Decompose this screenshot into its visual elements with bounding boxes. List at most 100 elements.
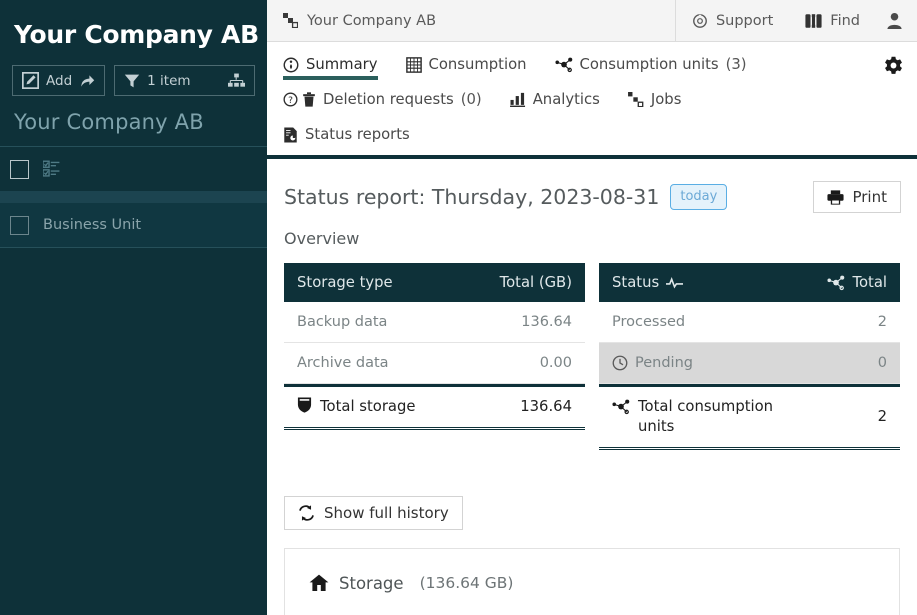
sidebar-background-fill (0, 281, 267, 615)
sidebar-list-header-row[interactable] (0, 147, 267, 191)
binoculars-icon (805, 13, 822, 29)
sidebar-divider-bottom (0, 247, 267, 248)
settings-gear-button[interactable] (884, 56, 903, 75)
status-row-value: 2 (877, 314, 887, 330)
storage-panel-size: (136.64 GB) (419, 574, 514, 593)
lifering-icon (692, 13, 708, 29)
find-button[interactable]: Find (789, 0, 876, 41)
table-row[interactable]: Archive data 0.00 (284, 343, 585, 384)
storage-row-label: Archive data (297, 355, 389, 371)
tab-summary[interactable]: Summary (283, 51, 378, 80)
clock-icon (612, 355, 628, 371)
pulse-icon (666, 276, 684, 289)
sidebar-list-item-business-unit[interactable]: Business Unit (0, 203, 267, 247)
storage-table-header: Storage type Total (GB) (284, 263, 585, 302)
support-label: Support (715, 12, 774, 29)
node-graph-icon (612, 399, 630, 415)
app-root: Your Company AB Add 1 item Your Company … (0, 0, 917, 615)
funnel-icon (124, 73, 140, 89)
print-button[interactable]: Print (813, 181, 901, 213)
status-table-header-left: Status (612, 274, 660, 291)
tab-analytics[interactable]: Analytics (509, 86, 600, 114)
node-graph-icon (554, 57, 573, 73)
storage-table: Storage type Total (GB) Backup data 136.… (284, 263, 585, 450)
report-document-icon (283, 127, 298, 143)
today-badge[interactable]: today (670, 184, 728, 210)
storage-table-header-left: Storage type (297, 274, 393, 291)
filter-button-label: 1 item (147, 72, 191, 89)
storage-panel-title: Storage (339, 573, 404, 593)
sidebar-section-title: Your Company AB (14, 110, 204, 134)
top-bar: Your Company AB Support Find (267, 0, 917, 42)
company-logo: Your Company AB (14, 20, 259, 49)
status-total-label: Total consumption units (638, 398, 774, 435)
storage-total-label: Total storage (320, 398, 416, 415)
user-icon (886, 12, 903, 29)
status-table: Status Total Processed 2 Pending 0 Total… (599, 263, 900, 450)
breadcrumb[interactable]: Your Company AB (267, 0, 676, 41)
storage-row-value: 0.00 (539, 355, 572, 371)
tab-summary-label: Summary (306, 56, 378, 73)
tab-deletion-requests-label: Deletion requests (323, 91, 454, 108)
tab-consumption-units-label: Consumption units (579, 56, 719, 73)
report-header: Status report: Thursday, 2023-08-31 toda… (267, 159, 917, 213)
status-table-header: Status Total (599, 263, 900, 302)
sidebar: Your Company AB Add 1 item Your Company … (0, 0, 267, 615)
storage-row-label: Backup data (297, 314, 388, 330)
page-title: Status report: Thursday, 2023-08-31 (284, 185, 660, 209)
user-avatar-button[interactable] (876, 0, 917, 41)
home-icon (309, 574, 329, 592)
sidebar-toolbar: Add 1 item (0, 65, 267, 96)
storage-table-header-right: Total (GB) (499, 274, 572, 291)
tab-status-reports-label: Status reports (305, 126, 410, 143)
status-table-header-right: Total (852, 274, 887, 291)
sidebar-list-item-label: Business Unit (43, 217, 142, 233)
edit-square-icon (22, 72, 39, 89)
breadcrumb-label: Your Company AB (307, 12, 437, 29)
support-button[interactable]: Support (676, 0, 789, 41)
tab-deletion-requests[interactable]: ? Deletion requests (0) (283, 86, 482, 114)
overview-heading: Overview (284, 229, 360, 248)
tab-status-reports[interactable]: Status reports (283, 121, 410, 149)
tab-bar: Summary Consumption Consumption units (3… (267, 42, 917, 159)
tab-consumption-units-count: (3) (725, 56, 747, 73)
status-row-label: Processed (612, 314, 686, 330)
add-button-label: Add (46, 72, 73, 89)
hierarchy-icon (283, 13, 298, 28)
tab-row-1: Summary Consumption Consumption units (3… (267, 51, 917, 80)
tab-row-2: ? Deletion requests (0) Analytics Jobs (267, 86, 917, 114)
show-full-history-button[interactable]: Show full history (284, 495, 463, 530)
table-row[interactable]: Pending 0 (599, 343, 900, 384)
tab-jobs[interactable]: Jobs (627, 86, 681, 114)
table-row[interactable]: Processed 2 (599, 302, 900, 343)
filter-button[interactable]: 1 item (114, 65, 255, 96)
printer-icon (827, 189, 845, 205)
status-total-value: 2 (877, 408, 887, 426)
status-row-label: Pending (635, 355, 693, 371)
share-arrow-icon (79, 73, 95, 89)
overview-tables: Storage type Total (GB) Backup data 136.… (267, 248, 917, 450)
refresh-icon (298, 505, 315, 521)
sidebar-row-divider (0, 191, 267, 203)
node-graph-icon (827, 275, 845, 291)
main-content: Your Company AB Support Find Summary Con… (267, 0, 917, 615)
row-checkbox[interactable] (10, 215, 29, 235)
sitemap-icon (228, 73, 245, 88)
tab-consumption[interactable]: Consumption (405, 51, 527, 79)
shield-icon (297, 397, 312, 413)
tab-analytics-label: Analytics (532, 91, 600, 108)
table-row[interactable]: Backup data 136.64 (284, 302, 585, 343)
question-circle-icon: ? (283, 92, 298, 107)
print-label: Print (852, 188, 887, 206)
info-circle-icon (283, 57, 299, 73)
tab-consumption-label: Consumption (428, 56, 527, 73)
storage-row-value: 136.64 (521, 314, 572, 330)
select-all-checkbox[interactable] (10, 159, 29, 179)
add-button[interactable]: Add (12, 65, 106, 96)
bar-chart-icon (509, 92, 526, 107)
storage-panel[interactable]: Storage (136.64 GB) (284, 547, 900, 615)
show-full-history-label: Show full history (324, 503, 449, 522)
storage-table-footer: Total storage 136.64 (284, 384, 585, 430)
status-row-value: 0 (877, 355, 887, 371)
tab-consumption-units[interactable]: Consumption units (3) (554, 51, 747, 79)
